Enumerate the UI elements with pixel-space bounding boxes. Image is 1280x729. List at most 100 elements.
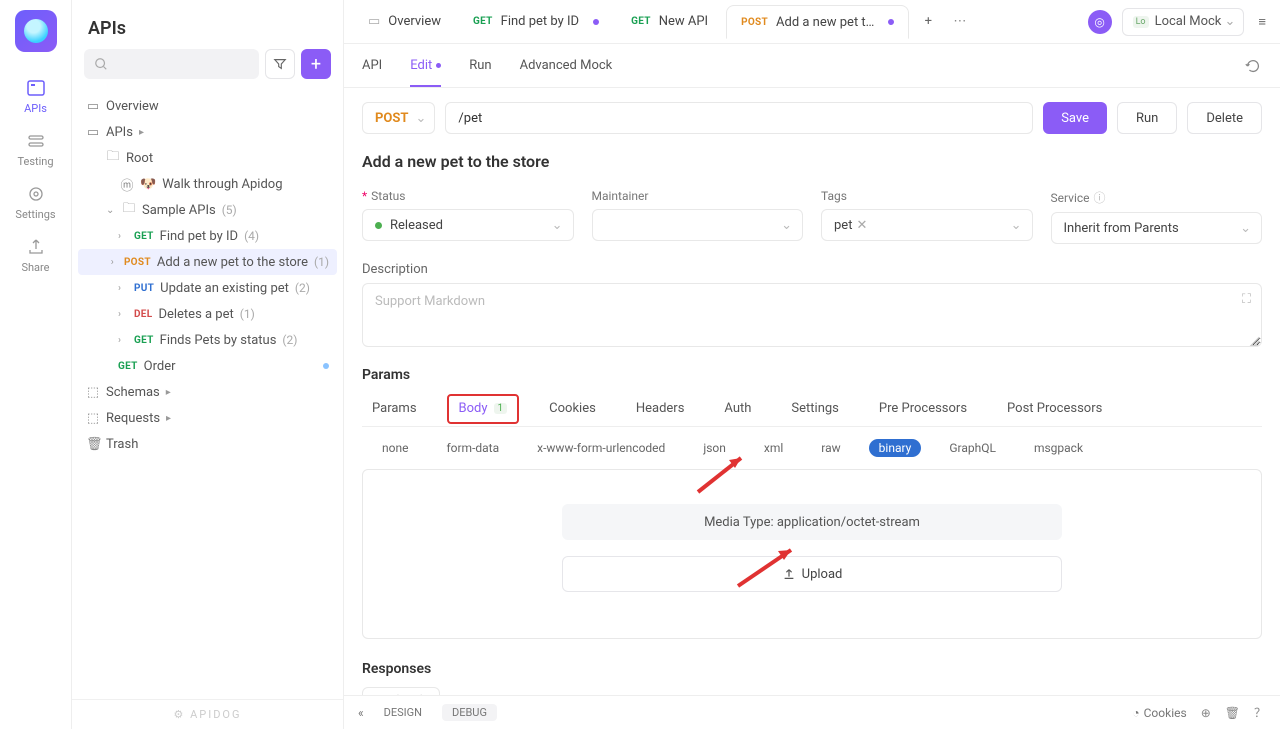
response-tab-public[interactable]: Public Responses0 xyxy=(452,688,604,695)
nav-testing[interactable]: Testing xyxy=(0,123,71,176)
ptab-cookies[interactable]: Cookies xyxy=(539,394,606,424)
method-badge: GET xyxy=(134,335,154,346)
response-tab-ok[interactable]: OK(201) xyxy=(362,687,440,695)
nav-share[interactable]: Share xyxy=(0,229,71,282)
tree-endpoint-0[interactable]: › GET Find pet by ID (4) xyxy=(78,223,337,249)
ptab-post[interactable]: Post Processors xyxy=(997,394,1112,424)
btype-graphql[interactable]: GraphQL xyxy=(939,439,1006,457)
maintainer-label: Maintainer xyxy=(592,189,804,203)
subtab-mock[interactable]: Advanced Mock xyxy=(520,44,613,87)
tree-schemas[interactable]: ⬚ Schemas ▸ xyxy=(78,379,337,405)
btype-json[interactable]: json xyxy=(693,439,736,457)
tree-endpoint-4[interactable]: › GET Finds Pets by status (2) xyxy=(78,327,337,353)
search-input[interactable] xyxy=(84,49,259,79)
endpoint-label: Deletes a pet xyxy=(158,307,233,322)
tag-remove-icon[interactable]: ✕ xyxy=(856,218,867,233)
footer-target-button[interactable]: ⊕ xyxy=(1201,706,1211,720)
btype-urlencoded[interactable]: x-www-form-urlencoded xyxy=(527,439,675,457)
chevron-down-icon: ⌄ xyxy=(106,205,116,216)
tree-trash[interactable]: 🗑 Trash xyxy=(78,431,337,457)
ptab-settings[interactable]: Settings xyxy=(781,394,848,424)
btype-xml[interactable]: xml xyxy=(754,439,793,457)
mode-design[interactable]: DESIGN xyxy=(374,704,432,721)
new-tab-button[interactable]: + xyxy=(913,7,943,37)
tab-more-button[interactable]: ⋯ xyxy=(947,14,972,29)
tags-input[interactable]: pet✕ xyxy=(821,209,1033,241)
add-button[interactable]: + xyxy=(301,49,331,79)
tree-overview-label: Overview xyxy=(106,99,159,114)
service-select[interactable]: Inherit from Parents xyxy=(1051,212,1263,244)
save-button[interactable]: Save xyxy=(1043,102,1107,134)
btype-label: none xyxy=(382,441,408,455)
share-icon xyxy=(26,237,46,257)
upload-button[interactable]: Upload xyxy=(562,556,1062,592)
tree-walk[interactable]: ⓜ 🐶 Walk through Apidog xyxy=(78,171,337,197)
endpoint-label: Finds Pets by status xyxy=(160,333,277,348)
sidebar-title: APIs xyxy=(72,0,343,49)
nav-settings[interactable]: Settings xyxy=(0,176,71,229)
tree-endpoint-1[interactable]: › POST Add a new pet to the store (1) xyxy=(78,249,337,275)
method-select[interactable]: POST xyxy=(362,102,435,134)
ptab-params[interactable]: Params xyxy=(362,394,427,424)
folder-icon: 🗀 xyxy=(106,147,120,169)
tab-1[interactable]: GET Find pet by ID xyxy=(459,5,613,39)
tree-sample[interactable]: ⌄ 🗀 Sample APIs (5) xyxy=(78,197,337,223)
tab-label: Overview xyxy=(388,14,441,29)
endpoint-label: Update an existing pet xyxy=(160,281,289,296)
ptab-auth[interactable]: Auth xyxy=(714,394,761,424)
ptab-body[interactable]: Body1 xyxy=(447,394,520,424)
resize-handle[interactable]: ◢ xyxy=(1249,334,1259,344)
collapse-button[interactable]: « xyxy=(358,706,364,720)
subtab-run[interactable]: Run xyxy=(469,44,491,87)
nav-apis[interactable]: APIs xyxy=(0,70,71,123)
tree-apis-label: APIs xyxy=(106,125,133,140)
maintainer-select[interactable] xyxy=(592,209,804,241)
status-value: Released xyxy=(390,218,443,233)
delete-button[interactable]: Delete xyxy=(1187,102,1262,134)
sync-button[interactable]: ◎ xyxy=(1088,10,1112,34)
status-dot-icon xyxy=(375,222,382,229)
tree-root[interactable]: 🗀 Root xyxy=(78,145,337,171)
tree-endpoint-3[interactable]: › DEL Deletes a pet (1) xyxy=(78,301,337,327)
run-button[interactable]: Run xyxy=(1117,102,1177,134)
tree-apis[interactable]: ▭ APIs ▸ xyxy=(78,119,337,145)
tab-2[interactable]: GET New API xyxy=(617,5,722,39)
tab-overview[interactable]: ▭ Overview xyxy=(354,5,455,39)
description-input[interactable]: Support Markdown ⛶ ◢ xyxy=(362,283,1262,347)
subtab-edit[interactable]: Edit xyxy=(410,44,441,87)
status-label-text: Status xyxy=(371,189,405,203)
app-logo[interactable] xyxy=(15,10,57,52)
footer-trash-button[interactable]: 🗑 xyxy=(1225,706,1240,720)
btype-none[interactable]: none xyxy=(372,439,418,457)
btype-binary[interactable]: binary xyxy=(869,439,922,457)
subtab-api[interactable]: API xyxy=(362,44,382,87)
help-icon[interactable]: ⓘ xyxy=(1094,189,1106,206)
tag-chip: pet✕ xyxy=(834,218,867,233)
btype-formdata[interactable]: form-data xyxy=(436,439,509,457)
nav-testing-label: Testing xyxy=(17,155,53,168)
ptab-headers[interactable]: Headers xyxy=(626,394,695,424)
status-select[interactable]: Released xyxy=(362,209,574,241)
tree-order[interactable]: GET Order xyxy=(78,353,337,379)
refresh-button[interactable] xyxy=(1244,57,1262,75)
required-icon: * xyxy=(362,189,367,203)
tree-overview[interactable]: ▭ Overview xyxy=(78,93,337,119)
tree-endpoint-2[interactable]: › PUT Update an existing pet (2) xyxy=(78,275,337,301)
trash-icon: 🗑 xyxy=(86,437,100,452)
filter-button[interactable] xyxy=(265,49,295,79)
mode-debug[interactable]: DEBUG xyxy=(442,704,497,721)
expand-icon[interactable]: ⛶ xyxy=(1242,292,1251,307)
settings-icon xyxy=(26,184,46,204)
tree-requests[interactable]: ⬚ Requests ▸ xyxy=(78,405,337,431)
cookies-button[interactable]: ◔Cookies xyxy=(1132,706,1186,720)
footer-help-button[interactable]: ？ xyxy=(1254,704,1266,721)
btype-msgpack[interactable]: msgpack xyxy=(1024,439,1093,457)
chevron-right-icon: › xyxy=(111,257,118,268)
plus-icon: + xyxy=(311,54,321,75)
url-input[interactable]: /pet xyxy=(445,102,1033,134)
btype-raw[interactable]: raw xyxy=(811,439,850,457)
environment-select[interactable]: Lo Local Mock xyxy=(1122,8,1245,36)
tab-3[interactable]: POST Add a new pet t… xyxy=(726,5,909,39)
ptab-pre[interactable]: Pre Processors xyxy=(869,394,977,424)
menu-button[interactable]: ≡ xyxy=(1254,14,1270,30)
